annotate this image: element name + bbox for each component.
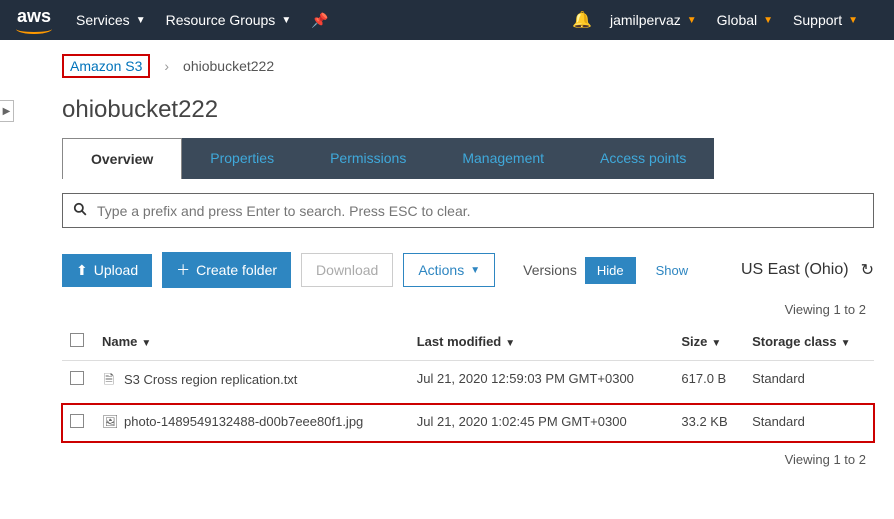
upload-label: Upload (94, 262, 138, 278)
cell-storage-class: Standard (744, 361, 874, 404)
search-icon (73, 202, 87, 219)
user-menu[interactable]: jamilpervaz ▼ (610, 12, 697, 28)
col-name[interactable]: Name ▼ (94, 323, 409, 361)
caret-down-icon: ▼ (848, 15, 858, 26)
objects-table: Name▼ Last modified▼ Size▼ Storage class… (62, 323, 874, 442)
top-nav: aws Services ▼ Resource Groups ▼ 📌 🔔 jam… (0, 0, 894, 40)
services-menu[interactable]: Services ▼ (76, 12, 146, 28)
cell-size: 617.0 B (673, 361, 744, 404)
refresh-icon[interactable]: ↻ (861, 260, 874, 280)
breadcrumb-root[interactable]: Amazon S3 (62, 54, 150, 78)
paging-bottom: Viewing 1 to 2 (62, 452, 874, 467)
sort-icon: ▼ (141, 338, 151, 349)
aws-logo[interactable]: aws (16, 6, 52, 34)
col-name-label: Name (102, 334, 137, 349)
tab-properties[interactable]: Properties (182, 138, 302, 179)
paging-top: Viewing 1 to 2 (62, 302, 874, 317)
support-label: Support (793, 12, 842, 28)
tab-overview[interactable]: Overview (62, 138, 182, 179)
col-size-label: Size (681, 334, 707, 349)
cell-last-modified: Jul 21, 2020 12:59:03 PM GMT+0300 (409, 361, 674, 404)
versions-hide-button[interactable]: Hide (585, 257, 636, 284)
cell-storage-class: Standard (744, 404, 874, 442)
object-name[interactable]: S3 Cross region replication.txt (124, 372, 297, 387)
breadcrumb: Amazon S3 › ohiobucket222 (0, 40, 894, 88)
search-input[interactable] (97, 203, 863, 219)
pin-icon[interactable]: 📌 (311, 12, 328, 29)
resource-groups-menu[interactable]: Resource Groups ▼ (166, 12, 292, 28)
row-checkbox[interactable] (70, 414, 84, 428)
region-menu[interactable]: Global ▼ (717, 12, 773, 28)
file-text-icon: 🗎 (102, 371, 116, 393)
create-folder-button[interactable]: ＋ Create folder (162, 252, 291, 288)
actions-menu[interactable]: Actions ▼ (403, 253, 495, 287)
tab-access-points[interactable]: Access points (572, 138, 714, 179)
upload-icon: ⬆ (76, 262, 88, 279)
caret-down-icon: ▼ (136, 15, 146, 26)
col-storage-class[interactable]: Storage class ▼ (744, 323, 874, 361)
cell-last-modified: Jul 21, 2020 1:02:45 PM GMT+0300 (409, 404, 674, 442)
actions-label: Actions (418, 262, 464, 278)
side-expand-handle[interactable]: ▶ (0, 100, 14, 122)
sort-icon: ▼ (841, 338, 851, 349)
select-all-checkbox[interactable] (70, 333, 84, 347)
sort-icon: ▼ (505, 338, 515, 349)
toolbar: ⬆ Upload ＋ Create folder Download Action… (62, 252, 874, 288)
support-menu[interactable]: Support ▼ (793, 12, 858, 28)
create-folder-label: Create folder (196, 262, 277, 278)
user-label: jamilpervaz (610, 12, 681, 28)
region-nav-label: Global (717, 12, 757, 28)
page-title: ohiobucket222 (62, 96, 874, 124)
tab-management[interactable]: Management (434, 138, 572, 179)
cell-size: 33.2 KB (673, 404, 744, 442)
caret-down-icon: ▼ (281, 15, 291, 26)
download-label: Download (316, 262, 378, 278)
row-checkbox[interactable] (70, 371, 84, 385)
table-row[interactable]: 🖼 photo-1489549132488-d00b7eee80f1.jpg Jul… (62, 404, 874, 442)
versions-show-button[interactable]: Show (644, 257, 701, 284)
services-label: Services (76, 12, 130, 28)
table-row[interactable]: 🗎 S3 Cross region replication.txt Jul 21, … (62, 361, 874, 404)
versions-label: Versions (523, 262, 577, 278)
object-name[interactable]: photo-1489549132488-d00b7eee80f1.jpg (124, 414, 363, 429)
bell-icon[interactable]: 🔔 (572, 10, 592, 30)
region-label: US East (Ohio) (741, 261, 849, 279)
aws-smile-icon (16, 24, 52, 34)
col-size[interactable]: Size ▼ (673, 323, 744, 361)
tab-permissions[interactable]: Permissions (302, 138, 434, 179)
plus-icon: ＋ (176, 260, 190, 280)
caret-down-icon: ▼ (687, 15, 697, 26)
chevron-down-icon: ▼ (470, 265, 480, 276)
resource-groups-label: Resource Groups (166, 12, 276, 28)
col-last-modified-label: Last modified (417, 334, 502, 349)
upload-button[interactable]: ⬆ Upload (62, 254, 152, 287)
sort-icon: ▼ (711, 338, 721, 349)
download-button: Download (301, 253, 393, 287)
col-storage-class-label: Storage class (752, 334, 837, 349)
search-bar[interactable] (62, 193, 874, 228)
chevron-right-icon: › (164, 58, 169, 74)
col-last-modified[interactable]: Last modified▼ (409, 323, 674, 361)
breadcrumb-current: ohiobucket222 (183, 58, 274, 74)
file-image-icon: 🖼 (102, 414, 116, 430)
tabs: Overview Properties Permissions Manageme… (62, 138, 874, 179)
caret-down-icon: ▼ (763, 15, 773, 26)
